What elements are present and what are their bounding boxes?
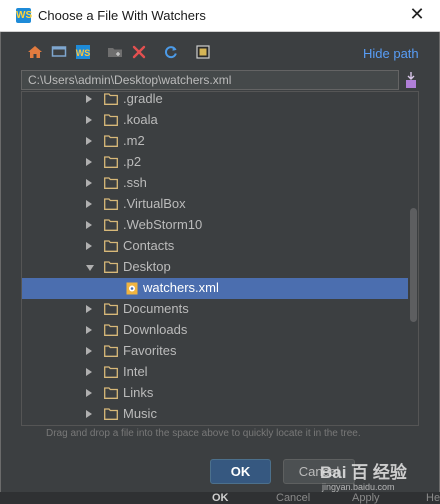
tree-item-label: Desktop [123,259,171,274]
tree-scrollbar-thumb[interactable] [410,208,417,322]
folder-icon [104,387,118,399]
folder-icon [104,156,118,168]
tree-item-label: .gradle [123,91,163,106]
webstorm-app-icon: WS [16,8,33,23]
expand-arrow-icon[interactable] [86,179,92,187]
refresh-icon [165,46,177,59]
folder-icon [104,177,118,189]
dialog-title: Choose a File With Watchers [38,8,206,23]
history-clip-icon [406,72,416,88]
tree-folder-item[interactable]: .WebStorm10 [22,215,408,236]
tree-folder-item[interactable]: .p2 [22,152,408,173]
show-hidden-button[interactable] [194,43,212,61]
background-ok-button: OK [212,492,229,504]
tree-item-label: Documents [123,301,189,316]
expand-arrow-icon[interactable] [86,137,92,145]
collapse-arrow-icon[interactable] [86,265,94,271]
delete-icon [132,45,146,59]
tree-item-label: Intel [123,364,148,379]
tree-folder-item[interactable]: Contacts [22,236,408,257]
folder-icon [104,93,118,105]
tree-item-label: .m2 [123,133,145,148]
watchers-file-icon [126,282,138,295]
folder-icon [104,198,118,210]
tree-folder-item[interactable]: .m2 [22,131,408,152]
folder-icon [104,345,118,357]
home-icon [28,46,42,58]
drag-drop-hint: Drag and drop a file into the space abov… [46,428,361,439]
path-history-button[interactable] [404,71,418,89]
folder-icon [104,240,118,252]
title-bar: WS Choose a File With Watchers ✕ [0,0,440,32]
expand-arrow-icon[interactable] [86,305,92,313]
tree-item-label: Links [123,385,154,400]
background-apply-button: Apply [352,492,380,504]
expand-arrow-icon[interactable] [86,200,92,208]
tree-folder-item[interactable]: .koala [22,110,408,131]
tree-item-label: .koala [123,112,158,127]
svg-text:WS: WS [76,48,91,58]
tree-item-label: .p2 [123,154,142,169]
background-help-button: He [426,492,440,504]
tree-item-label: .ssh [123,175,147,190]
folder-icon [104,114,118,126]
file-tree[interactable]: Music Links Intel Favorites Downloads Documen… [21,91,419,426]
ok-button[interactable]: OK [210,459,271,484]
show-hidden-icon [196,45,210,59]
expand-arrow-icon[interactable] [86,116,92,124]
cancel-button[interactable]: Cancel [283,459,355,484]
folder-icon [104,324,118,336]
close-button[interactable]: ✕ [408,5,426,25]
tree-folder-item[interactable]: Desktop [22,257,408,278]
tree-folder-item[interactable]: Links [22,383,408,404]
expand-arrow-icon[interactable] [86,410,92,418]
tree-folder-item[interactable]: Favorites [22,341,408,362]
folder-icon [104,303,118,315]
expand-arrow-icon[interactable] [86,158,92,166]
tree-folder-item[interactable]: Documents [22,299,408,320]
tree-folder-item[interactable]: Music [22,404,408,425]
tree-folder-item[interactable]: Intel [22,362,408,383]
expand-arrow-icon[interactable] [86,221,92,229]
expand-arrow-icon[interactable] [86,368,92,376]
tree-item-label: Music [123,406,157,421]
home-button[interactable] [26,43,44,61]
expand-arrow-icon[interactable] [86,389,92,397]
webstorm-project-icon: WS [76,45,91,59]
tree-item-label: watchers.xml [143,280,219,295]
delete-button[interactable] [130,43,148,61]
folder-icon [104,366,118,378]
tree-folder-item[interactable]: Downloads [22,320,408,341]
expand-arrow-icon[interactable] [86,242,92,250]
expand-arrow-icon[interactable] [86,95,92,103]
project-button[interactable]: WS [74,43,92,61]
tree-item-label: Favorites [123,343,177,358]
desktop-button[interactable] [50,43,68,61]
tree-folder-item[interactable]: .ssh [22,173,408,194]
tree-folder-item[interactable]: .gradle [22,91,408,110]
refresh-button[interactable] [162,43,180,61]
tree-item-label: Contacts [123,238,175,253]
folder-icon [104,408,118,420]
desktop-icon [51,46,67,57]
new-folder-button[interactable] [106,43,124,61]
tree-item-label: .WebStorm10 [123,217,203,232]
hide-path-link[interactable]: Hide path [363,46,419,61]
folder-icon [104,135,118,147]
expand-arrow-icon[interactable] [86,326,92,334]
folder-icon [104,261,118,273]
tree-item-label: .VirtualBox [123,196,186,211]
new-folder-icon [108,48,122,57]
folder-icon [104,219,118,231]
tree-item-label: Downloads [123,322,188,337]
tree-file-item[interactable]: watchers.xml [22,278,408,299]
path-input[interactable]: C:\Users\admin\Desktop\watchers.xml [21,70,399,90]
tree-folder-item[interactable]: .VirtualBox [22,194,408,215]
expand-arrow-icon[interactable] [86,347,92,355]
background-cancel-button: Cancel [276,492,311,504]
